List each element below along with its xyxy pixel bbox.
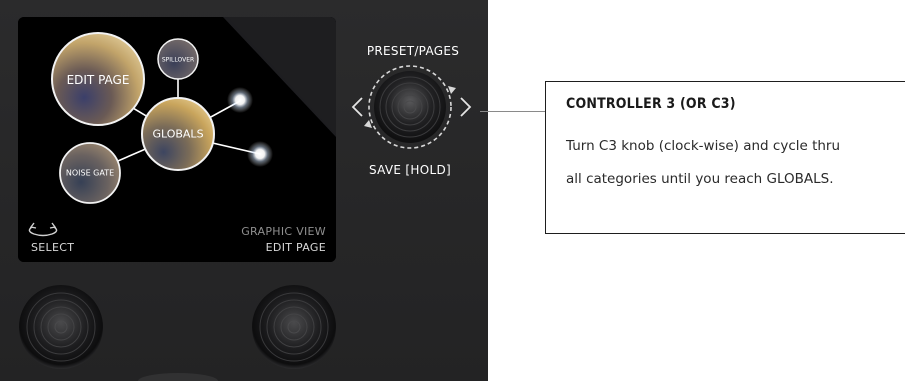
- callout-title: CONTROLLER 3 (OR C3): [566, 96, 736, 112]
- controller-1-knob[interactable]: [19, 285, 103, 369]
- controller-2-knob[interactable]: [252, 285, 336, 369]
- controller-3-knob[interactable]: [364, 65, 456, 149]
- callout-box: CONTROLLER 3 (OR C3) Turn C3 knob (clock…: [545, 81, 905, 234]
- chevron-left-icon[interactable]: [351, 97, 363, 117]
- callout-line-1: Turn C3 knob (clock-wise) and cycle thru: [566, 138, 841, 154]
- callout-connector-line: [480, 111, 545, 112]
- chevron-right-icon[interactable]: [460, 97, 472, 117]
- callout-line-2: all categories until you reach GLOBALS.: [566, 171, 834, 187]
- device-panel: EDIT PAGE SPILLOVER GLOBALS NOISE GATE S…: [0, 0, 488, 381]
- callout-body: Turn C3 knob (clock-wise) and cycle thru…: [566, 130, 905, 196]
- knobs-layer: [19, 65, 472, 381]
